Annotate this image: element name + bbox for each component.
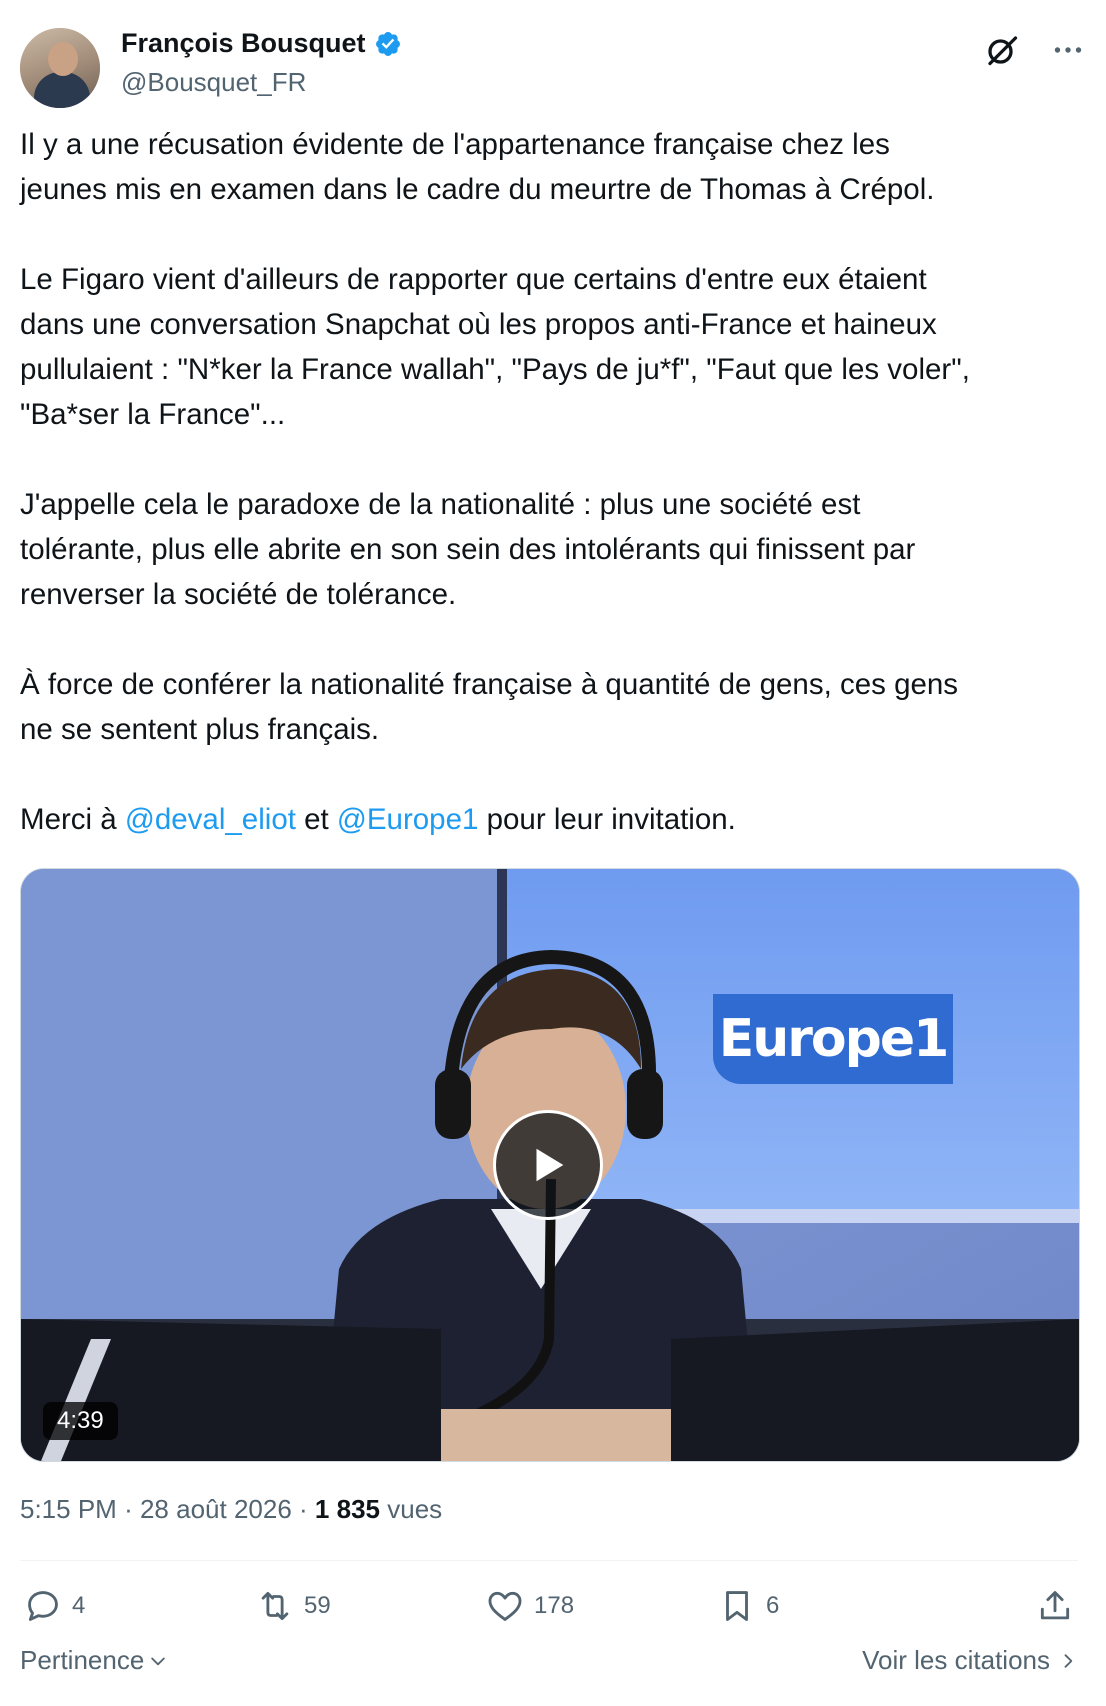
- replies-header: Pertinence Voir les citations: [20, 1645, 1078, 1689]
- tweet-text: Il y a une récusation évidente de l'appa…: [20, 122, 1086, 842]
- reply-icon: [28, 1591, 58, 1621]
- top-actions: [984, 32, 1086, 68]
- video-duration: 4:39: [43, 1402, 118, 1440]
- more-options-icon[interactable]: [1050, 32, 1086, 68]
- tweet-meta: 5:15 PM · 28 août 2026 · 1 835 vues: [20, 1494, 442, 1525]
- chevron-right-icon: [1064, 1653, 1073, 1668]
- reply-button[interactable]: 4: [24, 1578, 85, 1634]
- bookmark-count: 6: [766, 1592, 780, 1619]
- mention-link[interactable]: @Europe1: [337, 803, 478, 836]
- avatar[interactable]: [20, 28, 100, 108]
- sort-dropdown[interactable]: Pertinence: [20, 1645, 168, 1676]
- repost-icon: [261, 1591, 289, 1621]
- closing-text: et: [295, 803, 337, 836]
- repost-button[interactable]: 59: [256, 1578, 331, 1634]
- like-button[interactable]: 178: [486, 1578, 574, 1634]
- europe1-logo: Europe1: [713, 994, 953, 1084]
- repost-count: 59: [304, 1592, 331, 1619]
- mention-link[interactable]: @deval_eliot: [125, 803, 296, 836]
- meta-separator: ·: [299, 1494, 308, 1524]
- heart-icon: [488, 1591, 522, 1621]
- tweet-paragraph: À force de conférer la nationalité franç…: [20, 668, 959, 746]
- views-count: 1 835: [314, 1494, 380, 1524]
- play-icon: [536, 1148, 564, 1182]
- tweet-paragraph: J'appelle cela le paradoxe de la nationa…: [20, 488, 916, 611]
- play-button[interactable]: [493, 1110, 603, 1220]
- verified-badge-icon: [375, 31, 400, 56]
- tweet-date[interactable]: 28 août 2026: [140, 1494, 292, 1524]
- video-player[interactable]: Europe1 4:39: [20, 868, 1080, 1462]
- quotes-label: Voir les citations: [862, 1645, 1050, 1675]
- reply-count: 4: [72, 1592, 86, 1619]
- grok-icon[interactable]: [984, 32, 1020, 68]
- tweet-time[interactable]: 5:15 PM: [20, 1494, 117, 1524]
- action-bar: 4 59 178 6: [20, 1578, 1078, 1634]
- closing-text: pour leur invitation.: [478, 803, 736, 836]
- like-count: 178: [534, 1592, 575, 1619]
- author-info: François Bousquet @Bousquet_FR: [121, 28, 402, 98]
- bookmark-icon: [726, 1591, 748, 1621]
- sort-label: Pertinence: [20, 1645, 145, 1675]
- tweet-closing-line: Merci à @deval_eliot et @Europe1 pour le…: [20, 803, 736, 836]
- author-handle[interactable]: @Bousquet_FR: [121, 67, 402, 98]
- views-label: vues: [387, 1494, 443, 1524]
- view-quotes-link[interactable]: Voir les citations: [862, 1645, 1078, 1676]
- meta-separator: ·: [124, 1494, 133, 1524]
- tweet-paragraph: Le Figaro vient d'ailleurs de rapporter …: [20, 263, 970, 431]
- chevron-down-icon: [151, 1657, 166, 1665]
- tweet-paragraph: Il y a une récusation évidente de l'appa…: [20, 128, 935, 206]
- share-button[interactable]: [1036, 1578, 1074, 1634]
- divider: [20, 1560, 1078, 1561]
- bookmark-button[interactable]: 6: [718, 1578, 779, 1634]
- share-icon: [1040, 1591, 1070, 1620]
- closing-text: Merci à: [20, 803, 125, 836]
- tweet-header: François Bousquet @Bousquet_FR: [20, 24, 1086, 108]
- author-name[interactable]: François Bousquet: [121, 28, 366, 59]
